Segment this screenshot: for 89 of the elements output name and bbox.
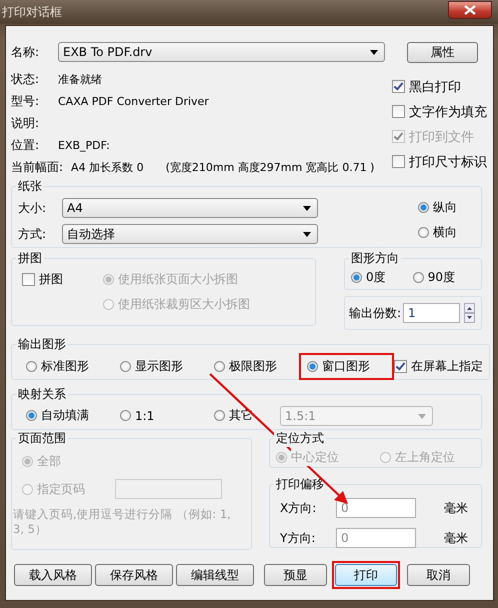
close-icon: [464, 5, 476, 15]
group-title: 页面范围: [17, 430, 67, 447]
unit-label: 毫米: [444, 530, 468, 546]
radio-button[interactable]: [214, 410, 225, 421]
radio-button[interactable]: [307, 361, 318, 372]
group-title: 纸张: [17, 178, 43, 195]
group-title: 打印偏移: [275, 476, 325, 493]
checkbox-label: 在屏幕上指定: [411, 358, 483, 375]
checkbox-label: 文字作为填充: [409, 104, 487, 120]
properties-button[interactable]: 属性: [407, 42, 478, 62]
dropdown-value: 1.5:1: [285, 408, 316, 422]
group-title: 图形方向: [350, 250, 400, 267]
hint-text: 请键入页码,使用逗号进行分隔 （例如: 1, 3, 5）: [13, 507, 232, 537]
spinner-control[interactable]: [464, 303, 476, 323]
field-value: A4 加长系数 0: [71, 160, 144, 174]
checkbox-label: 黑白打印: [409, 78, 461, 96]
dialog-button[interactable]: 载入风格: [14, 564, 92, 586]
field-label: 输出份数:: [349, 304, 402, 322]
copies-field[interactable]: 1: [403, 303, 460, 323]
radio-label: 1:1: [135, 408, 154, 422]
dialog-button[interactable]: 打印: [335, 564, 397, 586]
caret-icon: [303, 232, 311, 237]
field-value: 准备就绪: [58, 72, 102, 86]
checkbox[interactable]: [22, 273, 35, 286]
radio-button[interactable]: [418, 202, 429, 213]
dropdown-value: EXB To PDF.drv: [63, 45, 152, 59]
group-title: 输出图形: [17, 336, 67, 353]
checkbox[interactable]: [394, 360, 407, 373]
radio-label: 全部: [37, 452, 61, 470]
dropdown-value: 自动选择: [67, 226, 115, 242]
dialog-button[interactable]: 预显: [264, 564, 327, 586]
dialog-button[interactable]: 保存风格: [95, 564, 173, 586]
paper-size-dropdown[interactable]: A4: [62, 198, 318, 218]
field-label: 位置:: [11, 136, 40, 154]
dropdown-value: A4: [67, 201, 83, 215]
group-title: 定位方式: [274, 430, 326, 447]
radio-label: 90度: [428, 268, 455, 286]
close-button[interactable]: [448, 1, 492, 19]
group-title: 映射关系: [17, 386, 67, 403]
field-label: Y方向:: [280, 530, 316, 546]
checkbox[interactable]: [392, 80, 405, 93]
radio-label: 窗口图形: [322, 358, 370, 375]
field-value: EXB_PDF:: [58, 138, 110, 152]
radio-button[interactable]: [214, 361, 225, 372]
radio-button[interactable]: [418, 227, 429, 238]
radio-button[interactable]: [26, 410, 37, 421]
checkbox[interactable]: [392, 155, 405, 168]
field-label: 状态:: [11, 70, 40, 88]
radio-label: 使用纸张页面大小拆图: [118, 271, 238, 288]
printer-dropdown[interactable]: EXB To PDF.drv: [58, 42, 385, 62]
checkbox[interactable]: [392, 105, 405, 118]
field-label: 型号:: [11, 92, 40, 110]
radio-label: 显示图形: [135, 358, 183, 375]
radio-label: 0度: [366, 268, 386, 286]
radio-label: 横向: [433, 224, 457, 241]
radio-label: 中心定位: [291, 448, 339, 466]
field-label: 大小:: [18, 200, 48, 216]
field-label: X方向:: [280, 500, 318, 516]
radio-button[interactable]: [351, 272, 362, 282]
field-label: 说明:: [11, 114, 40, 132]
radio-label: 使用纸张裁剪区大小拆图: [118, 296, 250, 313]
caret-icon: [418, 414, 426, 418]
radio-button[interactable]: [120, 410, 131, 421]
checkbox-label: 打印尺寸标识: [409, 154, 487, 170]
window-title: 打印对话框: [2, 4, 62, 20]
group-title: 拼图: [17, 250, 43, 267]
caret-icon: [303, 206, 311, 211]
paper-dimensions: (宽度210mm 高度297mm 宽高比 0.71 ): [166, 160, 374, 174]
radio-label: 纵向: [433, 199, 457, 216]
field-label: 方式:: [18, 226, 48, 242]
paper-mode-dropdown[interactable]: 自动选择: [62, 224, 318, 244]
radio-label: 标准图形: [41, 358, 89, 375]
dialog-button[interactable]: 编辑线型: [176, 564, 254, 586]
checkbox-label: 拼图: [39, 271, 63, 288]
field-label: 名称:: [11, 44, 40, 60]
field-label: 当前幅面:: [11, 158, 64, 176]
checkbox-label: 打印到文件: [409, 128, 474, 146]
radio-button[interactable]: [26, 361, 37, 372]
radio-label: 左上角定位: [395, 448, 455, 466]
radio-label: 自动填满: [41, 407, 89, 424]
field-value: CAXA PDF Converter Driver: [58, 94, 209, 108]
dialog-button[interactable]: 取消: [407, 564, 470, 586]
radio-label: 指定页码: [37, 480, 85, 498]
caret-icon: [370, 50, 378, 55]
radio-button[interactable]: [120, 361, 131, 372]
radio-label: 极限图形: [229, 358, 277, 375]
unit-label: 毫米: [444, 500, 468, 516]
page-number-field[interactable]: [115, 479, 222, 499]
radio-button[interactable]: [412, 272, 424, 282]
